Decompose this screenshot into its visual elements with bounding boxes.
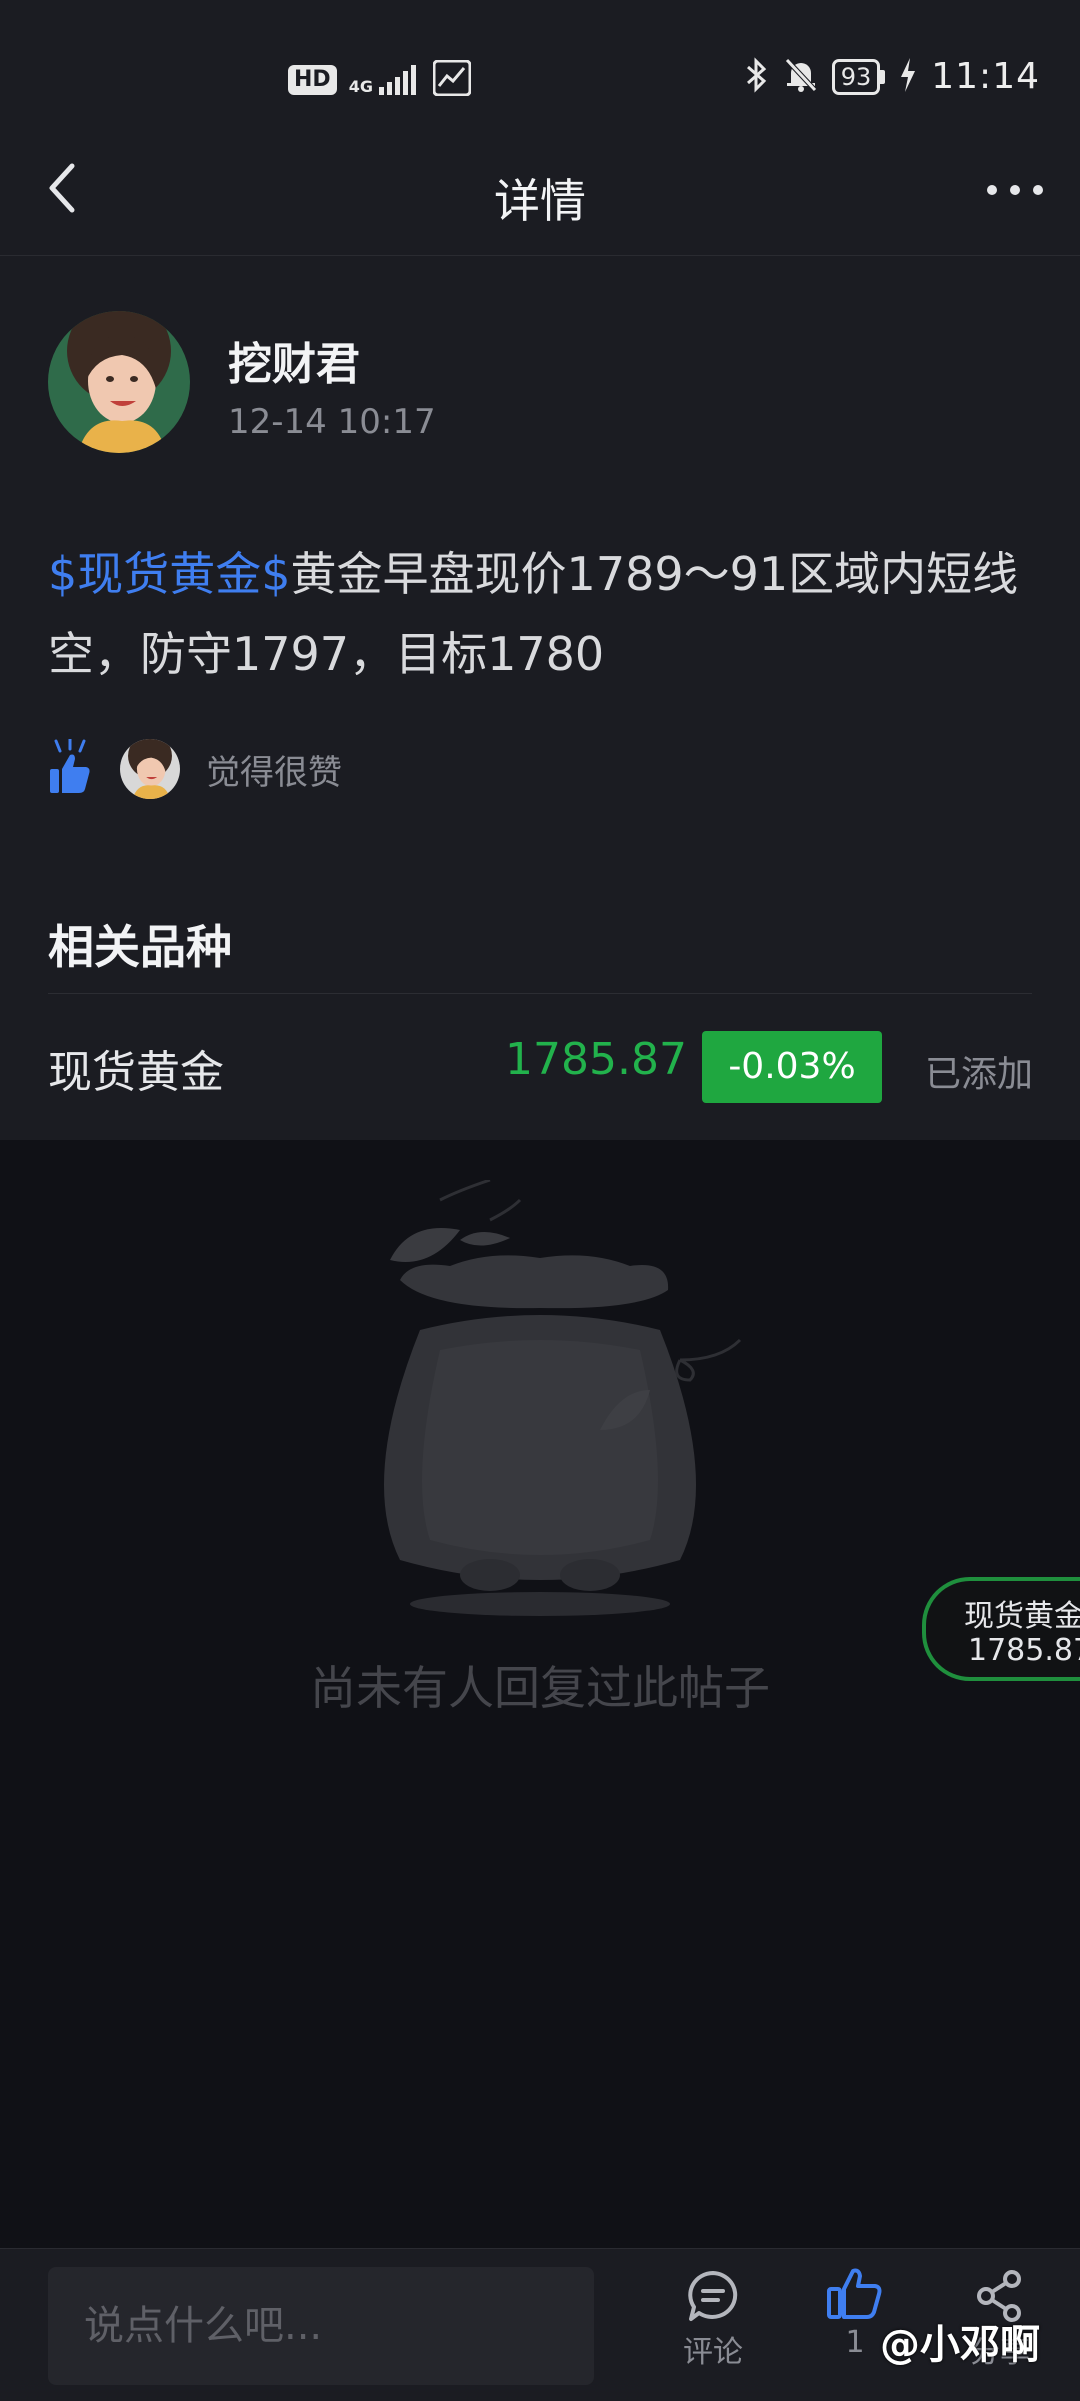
- floating-ticker-price: 1785.87: [968, 1633, 1080, 1668]
- charging-icon: [899, 57, 917, 96]
- instrument-change-badge: -0.03%: [702, 1031, 882, 1103]
- post-card: 挖财君 12-14 10:17 $现货黄金$黄金早盘现价1789～91区域内短线…: [0, 256, 1080, 1140]
- watchlist-added-status[interactable]: 已添加: [925, 1045, 1033, 1097]
- likes-text: 觉得很赞: [206, 752, 342, 793]
- post-timestamp: 12-14 10:17: [228, 402, 436, 442]
- hd-badge: HD: [288, 65, 337, 95]
- liker-avatar[interactable]: [120, 739, 180, 799]
- signal-icon: 4G: [349, 65, 421, 95]
- comment-input[interactable]: [48, 2267, 594, 2385]
- more-options-button[interactable]: [980, 165, 1050, 215]
- likes-row[interactable]: 觉得很赞: [48, 737, 342, 800]
- thumbs-up-icon: [48, 737, 92, 799]
- top-nav-bar: 详情: [0, 130, 1080, 256]
- thumbs-up-outline-icon: [827, 2268, 882, 2319]
- comment-label: 评论: [683, 2335, 743, 2370]
- instrument-tag-link[interactable]: $现货黄金$: [48, 547, 291, 601]
- floating-ticker-name: 现货黄金: [964, 1599, 1080, 1634]
- status-icons-right: 93 11:14: [744, 56, 1040, 97]
- empty-state-text: 尚未有人回复过此帖子: [310, 1661, 770, 1715]
- floating-ticker[interactable]: 现货黄金 1785.87: [922, 1577, 1080, 1681]
- divider: [48, 993, 1032, 994]
- comment-bubble-icon: [688, 2271, 738, 2321]
- related-section-title: 相关品种: [48, 920, 232, 974]
- page-title: 详情: [494, 174, 586, 228]
- watermark-text: @小邓啊: [880, 2322, 1040, 2368]
- author-avatar[interactable]: [48, 311, 190, 453]
- status-bar: HD 4G 93 11:14: [0, 0, 1080, 130]
- comment-button[interactable]: 评论: [668, 2269, 758, 2371]
- status-icons-left: HD 4G: [288, 59, 472, 100]
- bluetooth-icon: [744, 56, 770, 97]
- instrument-price: 1785.87: [505, 1034, 687, 1085]
- clock: 11:14: [931, 56, 1040, 97]
- chart-app-icon: [432, 59, 472, 100]
- battery-indicator: 93: [831, 58, 886, 95]
- more-dots-icon: [987, 185, 1043, 195]
- post-body: $现货黄金$黄金早盘现价1789～91区域内短线空，防守1797，目标1780: [48, 534, 1038, 694]
- instrument-name[interactable]: 现货黄金: [48, 1036, 224, 1100]
- empty-bag-illustration: [340, 1178, 760, 1620]
- author-name[interactable]: 挖财君: [228, 328, 360, 392]
- mute-bell-icon: [784, 57, 818, 97]
